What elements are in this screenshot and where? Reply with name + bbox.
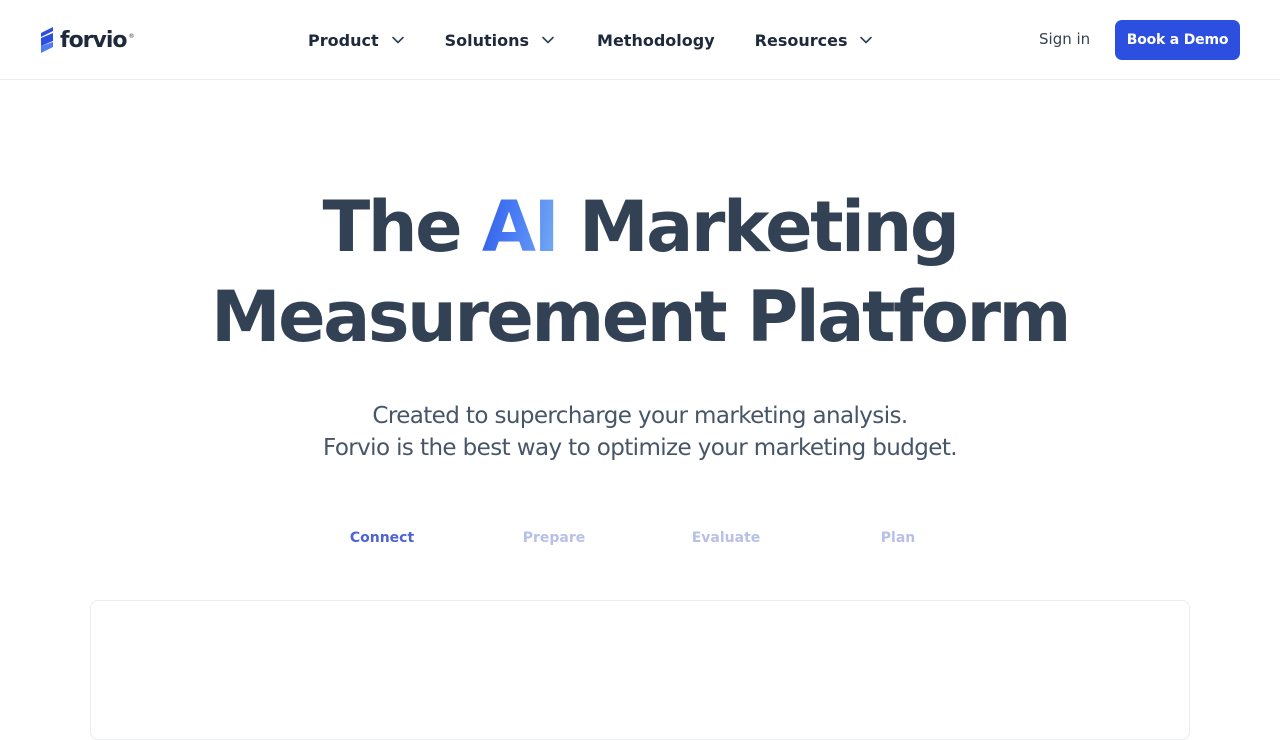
nav-resources-label: Resources — [754, 30, 848, 50]
hero-subtitle-line2: Forvio is the best way to optimize your … — [323, 435, 958, 461]
chevron-down-icon — [860, 36, 873, 44]
step-connect[interactable]: Connect — [350, 530, 414, 546]
logo-wordmark: forvio — [60, 27, 128, 53]
site-header: forvio ® Product Solutions Methodology R… — [0, 0, 1280, 80]
main-nav: Product Solutions Methodology Resources — [308, 28, 873, 52]
hero-title: The AI Marketing Measurement Platform — [0, 182, 1280, 362]
step-prepare[interactable]: Prepare — [523, 530, 586, 546]
hero-title-line2: Measurement Platform — [211, 276, 1071, 358]
product-preview-panel — [90, 600, 1190, 740]
chevron-down-icon — [542, 36, 554, 44]
forvio-logo[interactable]: forvio ® — [40, 27, 135, 53]
hero-title-post: Marketing — [557, 186, 960, 268]
book-demo-button[interactable]: Book a Demo — [1115, 20, 1240, 60]
hero-title-highlight: AI — [481, 186, 560, 268]
step-plan[interactable]: Plan — [881, 530, 915, 546]
forvio-logo-icon — [41, 27, 53, 53]
step-evaluate[interactable]: Evaluate — [692, 530, 761, 546]
chevron-down-icon — [391, 36, 404, 44]
feature-steps: Connect Prepare Evaluate Plan — [0, 530, 1280, 552]
nav-solutions-label: Solutions — [444, 30, 530, 50]
logo-registered-mark: ® — [128, 33, 135, 40]
nav-product[interactable]: Product — [308, 31, 405, 50]
nav-resources[interactable]: Resources — [755, 31, 874, 50]
nav-methodology-label: Methodology — [597, 30, 715, 50]
hero-subtitle-line1: Created to supercharge your marketing an… — [372, 403, 908, 429]
nav-methodology[interactable]: Methodology — [597, 31, 715, 50]
hero-title-pre: The — [322, 186, 482, 268]
nav-solutions[interactable]: Solutions — [445, 31, 555, 50]
sign-in-link[interactable]: Sign in — [1039, 30, 1090, 48]
nav-product-label: Product — [308, 30, 379, 50]
hero-subtitle: Created to supercharge your marketing an… — [0, 400, 1280, 464]
